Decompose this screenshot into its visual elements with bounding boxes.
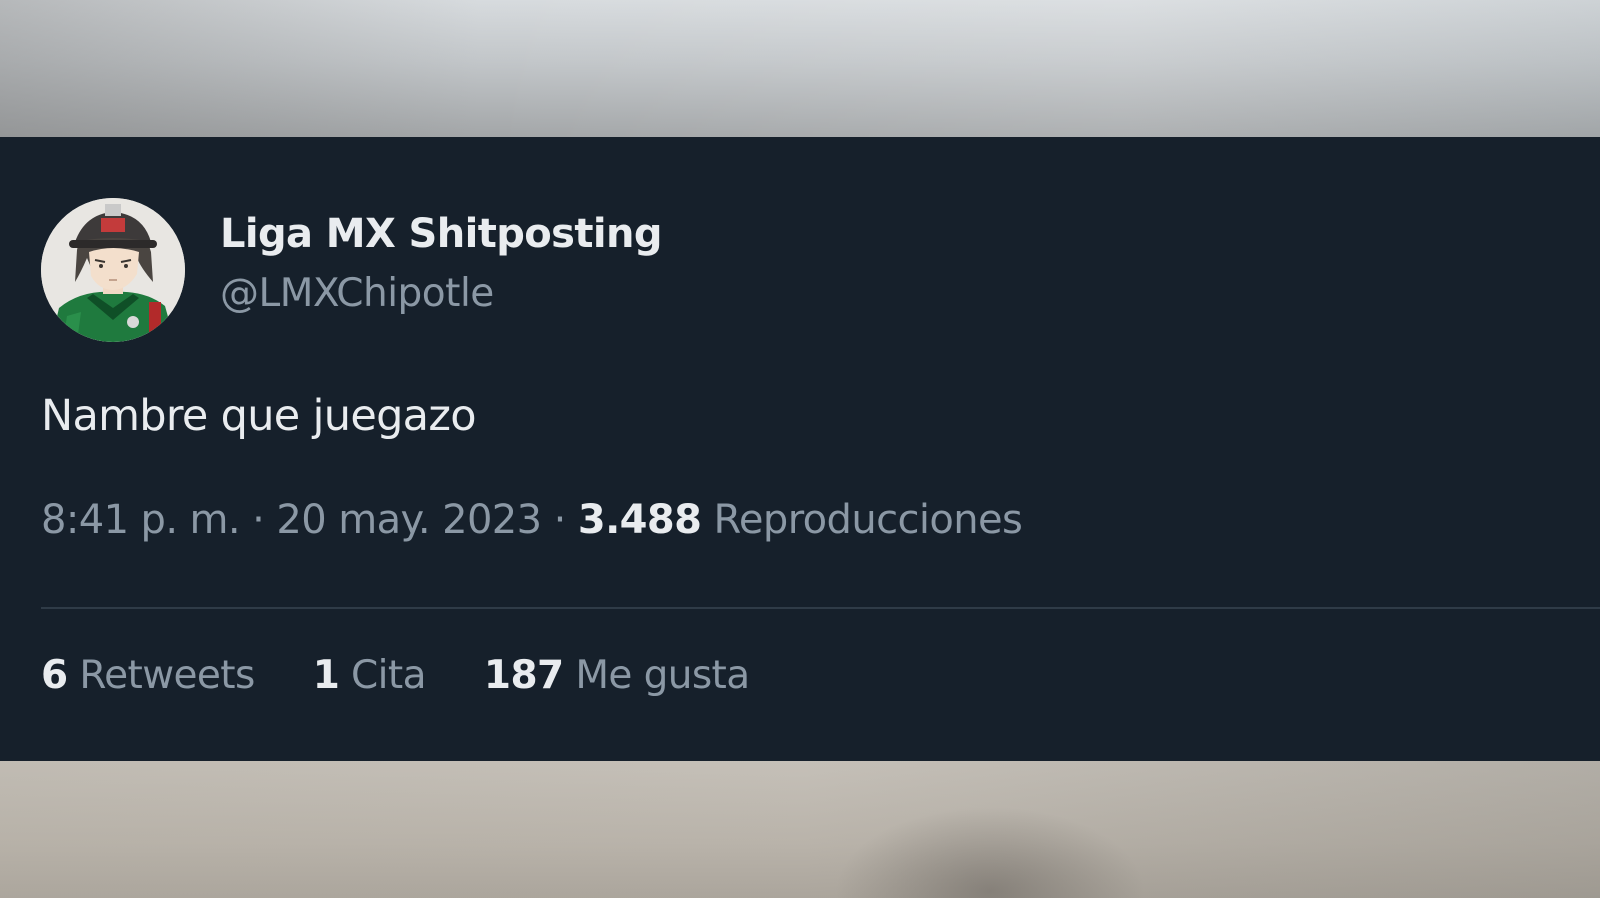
views-label: Reproducciones — [713, 497, 1023, 543]
avatar-image — [41, 198, 185, 342]
tweet-date[interactable]: 20 may. 2023 — [276, 497, 542, 543]
tweet-time[interactable]: 8:41 p. m. — [41, 497, 241, 543]
tweet-text: Nambre que juegazo — [41, 391, 477, 441]
meta-separator: · — [541, 497, 578, 543]
blurred-background-top — [0, 0, 1600, 137]
blurred-background-bottom — [0, 761, 1600, 898]
meta-separator: · — [240, 497, 277, 543]
tweet-meta: 8:41 p. m. · 20 may. 2023 · 3.488 Reprod… — [41, 497, 1023, 543]
avatar[interactable] — [41, 198, 185, 342]
likes-label: Me gusta — [575, 653, 750, 698]
author-display-name[interactable]: Liga MX Shitposting — [220, 211, 663, 257]
quotes-count: 1 — [312, 653, 340, 698]
divider — [41, 607, 1600, 609]
retweets-count: 6 — [41, 653, 68, 698]
tweet-card: Liga MX Shitposting @LMXChipotle Nambre … — [0, 137, 1600, 761]
retweets-label: Retweets — [79, 653, 255, 698]
quotes-label: Cita — [351, 653, 426, 698]
quotes-stat[interactable]: 1 Cita — [312, 653, 427, 698]
likes-count: 187 — [483, 653, 564, 698]
author-handle[interactable]: @LMXChipotle — [220, 271, 494, 316]
likes-stat[interactable]: 187 Me gusta — [484, 653, 750, 698]
engagement-stats: 6 Retweets 1 Cita 187 Me gusta — [41, 653, 808, 698]
retweets-stat[interactable]: 6 Retweets — [41, 653, 255, 698]
views-count: 3.488 — [577, 497, 702, 543]
